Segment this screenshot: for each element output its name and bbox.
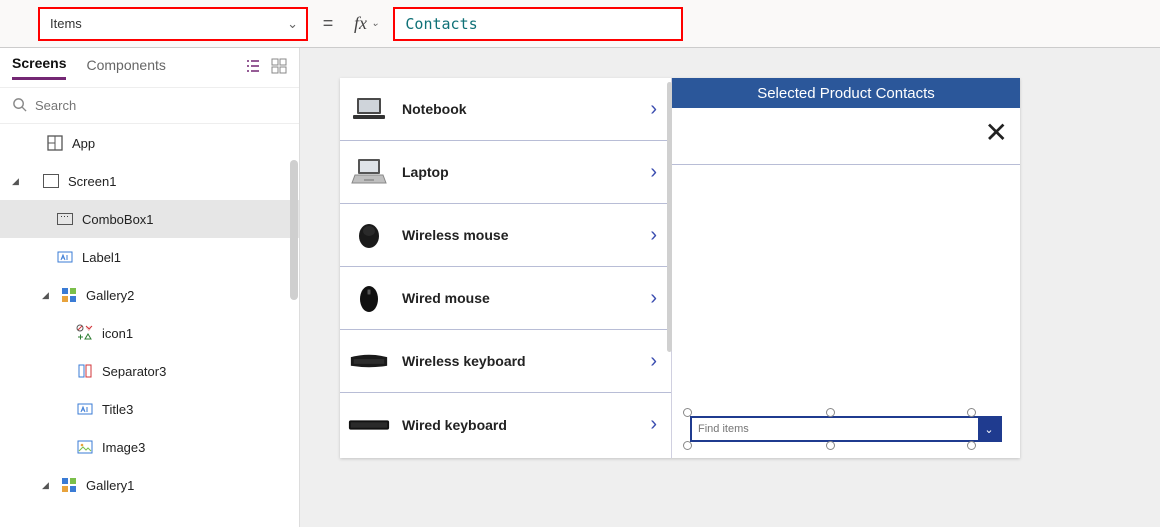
separator-line: [672, 164, 1020, 165]
chevron-right-icon[interactable]: ›: [650, 287, 663, 310]
combobox-control[interactable]: ⌄: [690, 416, 1002, 442]
tab-screens[interactable]: Screens: [12, 55, 66, 80]
search-input[interactable]: [35, 98, 287, 113]
scrollbar-thumb[interactable]: [290, 160, 298, 300]
tree-view: App ◢ Screen1 ComboBox1 Label1: [0, 124, 299, 527]
grid-view-icon[interactable]: [271, 58, 287, 77]
screen-icon: [42, 172, 60, 190]
tree-item-gallery1[interactable]: ◢ Gallery1: [0, 466, 299, 504]
list-view-icon[interactable]: [245, 58, 261, 77]
list-item[interactable]: Wireless keyboard ›: [340, 330, 671, 393]
chevron-down-icon[interactable]: ⌄: [978, 418, 1000, 440]
chevron-right-icon[interactable]: ›: [650, 350, 663, 373]
tree-item-app[interactable]: App: [0, 124, 299, 162]
tab-components[interactable]: Components: [86, 57, 165, 79]
tree-item-image3[interactable]: Image3: [0, 428, 299, 466]
product-thumb: [348, 93, 390, 125]
detail-pane: Selected Product Contacts ✕ ⌄: [672, 78, 1020, 458]
list-item[interactable]: Wireless mouse ›: [340, 204, 671, 267]
chevron-down-icon: ⌄: [371, 18, 379, 29]
product-thumb: [348, 219, 390, 251]
list-item[interactable]: Laptop ›: [340, 141, 671, 204]
search-row: [0, 88, 299, 124]
tree-item-combobox1[interactable]: ComboBox1: [0, 200, 299, 238]
list-item[interactable]: Wired mouse ›: [340, 267, 671, 330]
combobox-icon: [56, 210, 74, 228]
product-gallery[interactable]: Notebook › Laptop › Wireless mouse ›: [340, 78, 672, 458]
formula-text: Contacts: [405, 15, 477, 33]
tree-panel: Screens Components: [0, 48, 300, 527]
label-icon: [76, 400, 94, 418]
product-thumb: [348, 345, 390, 377]
formula-bar: Items ⌄ = fx ⌄ Contacts: [0, 0, 1160, 48]
separator-icon: [76, 362, 94, 380]
tree-item-label1[interactable]: Label1: [0, 238, 299, 276]
chevron-down-icon: ⌄: [287, 16, 298, 32]
design-canvas: Notebook › Laptop › Wireless mouse ›: [300, 48, 1160, 527]
chevron-right-icon[interactable]: ›: [650, 413, 663, 436]
gallery-icon: [60, 476, 78, 494]
chevron-right-icon[interactable]: ›: [650, 98, 663, 121]
panel-tabs: Screens Components: [0, 48, 299, 88]
tree-item-separator3[interactable]: Separator3: [0, 352, 299, 390]
detail-header: Selected Product Contacts: [672, 78, 1020, 108]
svg-text:♡: ♡: [86, 326, 91, 333]
app-icon: [46, 134, 64, 152]
product-thumb: [348, 409, 390, 441]
gallery-icon: [60, 286, 78, 304]
label-icon: [56, 248, 74, 266]
search-icon: [12, 97, 27, 115]
list-item[interactable]: Wired keyboard ›: [340, 393, 671, 456]
property-dropdown[interactable]: Items ⌄: [38, 7, 308, 41]
app-preview: Notebook › Laptop › Wireless mouse ›: [340, 78, 1020, 458]
tree-item-screen1[interactable]: ◢ Screen1: [0, 162, 299, 200]
product-thumb: [348, 282, 390, 314]
chevron-right-icon[interactable]: ›: [650, 224, 663, 247]
list-item[interactable]: Notebook ›: [340, 78, 671, 141]
equals-sign: =: [316, 13, 340, 34]
fx-button[interactable]: fx ⌄: [348, 13, 385, 34]
image-icon: [76, 438, 94, 456]
close-icon[interactable]: ✕: [985, 116, 1008, 149]
property-name: Items: [50, 16, 82, 31]
product-thumb: [348, 156, 390, 188]
icons-icon: ♡: [76, 324, 94, 342]
tree-item-title3[interactable]: Title3: [0, 390, 299, 428]
fx-label: fx: [354, 13, 367, 34]
formula-input[interactable]: Contacts: [393, 7, 683, 41]
chevron-right-icon[interactable]: ›: [650, 161, 663, 184]
tree-item-icon1[interactable]: ♡ icon1: [0, 314, 299, 352]
combobox-input[interactable]: [692, 423, 978, 435]
tree-item-gallery2[interactable]: ◢ Gallery2: [0, 276, 299, 314]
